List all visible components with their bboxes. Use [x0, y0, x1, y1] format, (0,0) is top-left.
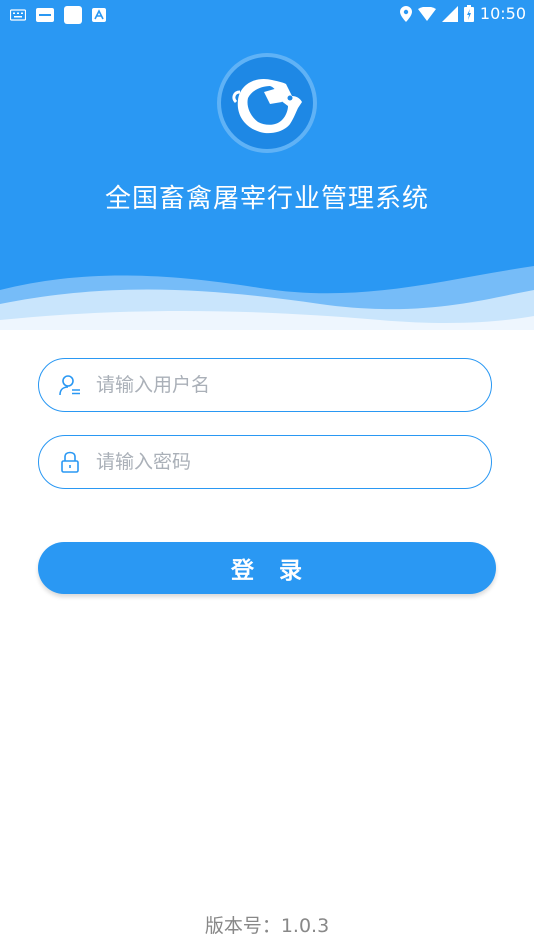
square-icon [64, 6, 82, 24]
status-bar: 10:50 [0, 0, 534, 28]
username-input[interactable] [94, 373, 458, 397]
status-left-icons [10, 6, 106, 24]
wifi-icon [417, 6, 436, 21]
user-icon [59, 375, 80, 396]
keyboard-icon [10, 9, 26, 21]
location-icon [399, 5, 412, 22]
pig-logo-icon [217, 53, 317, 153]
header-wave [0, 266, 534, 330]
battery-icon [463, 5, 474, 22]
login-button[interactable]: 登 录 [38, 542, 496, 594]
hms-icon [36, 8, 54, 22]
version-label: 版本号：1.0.3 [204, 915, 330, 937]
a-icon [92, 8, 106, 22]
app-title: 全国畜禽屠宰行业管理系统 [104, 184, 429, 214]
username-field[interactable] [38, 358, 492, 412]
status-time: 10:50 [479, 4, 526, 23]
lock-icon [61, 451, 79, 473]
signal-icon [441, 5, 458, 22]
password-field[interactable] [38, 435, 492, 489]
password-input[interactable] [94, 450, 458, 474]
status-right: 10:50 [399, 4, 526, 23]
header-banner: 10:50 全国畜禽屠宰行业管理系统 [0, 0, 534, 330]
